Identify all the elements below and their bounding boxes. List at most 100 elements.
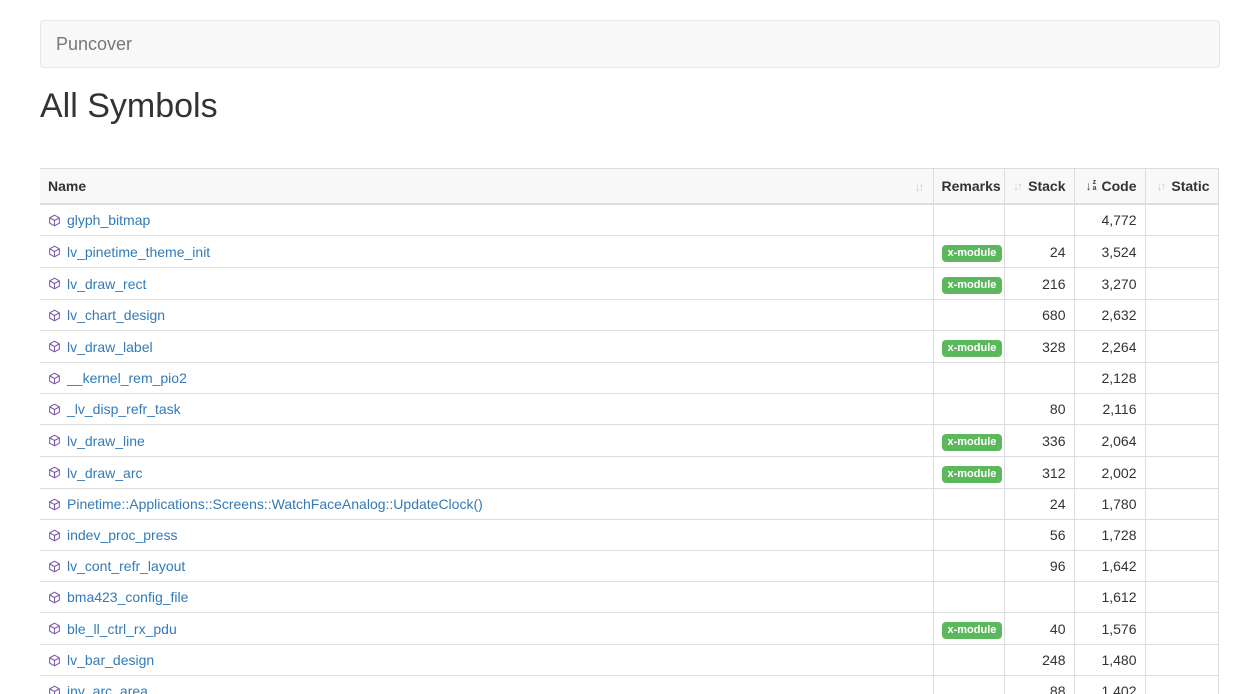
remarks-cell: x-module — [933, 236, 1004, 268]
table-row: __kernel_rem_pio2 2,128 — [40, 363, 1218, 394]
name-cell: lv_draw_arc — [40, 457, 933, 489]
symbol-link[interactable]: __kernel_rem_pio2 — [67, 368, 187, 388]
sort-up-down-icon: ↓↑ — [1156, 180, 1166, 192]
name-cell: glyph_bitmap — [40, 204, 933, 236]
code-value: 1,642 — [1074, 551, 1145, 582]
column-header-stack[interactable]: ↓↑Stack — [1004, 169, 1074, 205]
symbol-link[interactable]: lv_draw_arc — [67, 463, 142, 483]
cube-icon — [48, 403, 61, 416]
name-cell: _lv_disp_refr_task — [40, 394, 933, 425]
stack-value: 80 — [1004, 394, 1074, 425]
table-row: lv_draw_rectx-module2163,270 — [40, 268, 1218, 300]
column-header-name[interactable]: Name↓↑ — [40, 169, 933, 205]
symbol-link[interactable]: Pinetime::Applications::Screens::WatchFa… — [67, 494, 483, 514]
column-label: Static — [1171, 176, 1209, 196]
static-value — [1145, 582, 1218, 613]
stack-value: 336 — [1004, 425, 1074, 457]
symbol-link[interactable]: bma423_config_file — [67, 587, 188, 607]
stack-value — [1004, 582, 1074, 613]
static-value — [1145, 613, 1218, 645]
code-value: 1,576 — [1074, 613, 1145, 645]
static-value — [1145, 394, 1218, 425]
code-value: 2,632 — [1074, 300, 1145, 331]
static-value — [1145, 268, 1218, 300]
cube-icon — [48, 622, 61, 635]
x-module-badge: x-module — [942, 622, 1003, 639]
code-value: 3,270 — [1074, 268, 1145, 300]
static-value — [1145, 645, 1218, 676]
cube-icon — [48, 245, 61, 258]
remarks-cell: x-module — [933, 425, 1004, 457]
symbol-link[interactable]: lv_draw_line — [67, 431, 145, 451]
cube-icon — [48, 498, 61, 511]
cube-icon — [48, 277, 61, 290]
column-label: Remarks — [942, 176, 1001, 196]
symbol-link[interactable]: indev_proc_press — [67, 525, 178, 545]
code-value: 3,524 — [1074, 236, 1145, 268]
table-row: Pinetime::Applications::Screens::WatchFa… — [40, 489, 1218, 520]
code-value: 2,264 — [1074, 331, 1145, 363]
symbol-link[interactable]: glyph_bitmap — [67, 210, 150, 230]
table-row: lv_cont_refr_layout961,642 — [40, 551, 1218, 582]
name-cell: lv_draw_label — [40, 331, 933, 363]
remarks-cell — [933, 300, 1004, 331]
stack-value: 24 — [1004, 489, 1074, 520]
table-row: lv_bar_design2481,480 — [40, 645, 1218, 676]
symbol-link[interactable]: lv_chart_design — [67, 305, 165, 325]
name-cell: Pinetime::Applications::Screens::WatchFa… — [40, 489, 933, 520]
code-value: 2,116 — [1074, 394, 1145, 425]
table-row: lv_draw_labelx-module3282,264 — [40, 331, 1218, 363]
symbol-link[interactable]: inv_arc_area — [67, 681, 148, 694]
symbol-link[interactable]: lv_pinetime_theme_init — [67, 242, 210, 262]
table-row: lv_draw_arcx-module3122,002 — [40, 457, 1218, 489]
code-value: 2,128 — [1074, 363, 1145, 394]
navbar-brand-link[interactable]: Puncover — [56, 34, 132, 54]
stack-value — [1004, 363, 1074, 394]
name-cell: __kernel_rem_pio2 — [40, 363, 933, 394]
symbol-link[interactable]: ble_ll_ctrl_rx_pdu — [67, 619, 177, 639]
name-cell: lv_chart_design — [40, 300, 933, 331]
name-cell: lv_draw_rect — [40, 268, 933, 300]
sort-alpha-desc-icon: ↓za — [1086, 180, 1097, 192]
stack-value: 56 — [1004, 520, 1074, 551]
static-value — [1145, 676, 1218, 694]
remarks-cell — [933, 363, 1004, 394]
name-cell: lv_pinetime_theme_init — [40, 236, 933, 268]
cube-icon — [48, 591, 61, 604]
static-value — [1145, 204, 1218, 236]
name-cell: inv_arc_area — [40, 676, 933, 694]
remarks-cell — [933, 551, 1004, 582]
cube-icon — [48, 560, 61, 573]
x-module-badge: x-module — [942, 434, 1003, 451]
column-header-static[interactable]: ↓↑ Static — [1145, 169, 1218, 205]
symbol-link[interactable]: lv_cont_refr_layout — [67, 556, 185, 576]
column-label: Stack — [1028, 176, 1065, 196]
table-row: lv_chart_design6802,632 — [40, 300, 1218, 331]
static-value — [1145, 300, 1218, 331]
column-label: Code — [1102, 176, 1137, 196]
code-value: 1,780 — [1074, 489, 1145, 520]
cube-icon — [48, 685, 61, 694]
code-value: 1,402 — [1074, 676, 1145, 694]
symbol-link[interactable]: lv_bar_design — [67, 650, 154, 670]
symbol-link[interactable]: _lv_disp_refr_task — [67, 399, 181, 419]
code-value: 1,728 — [1074, 520, 1145, 551]
remarks-cell — [933, 520, 1004, 551]
code-value: 1,612 — [1074, 582, 1145, 613]
symbol-link[interactable]: lv_draw_rect — [67, 274, 146, 294]
table-header-row: Name↓↑ Remarks↓↑Stack ↓za Code ↓↑ Static — [40, 169, 1218, 205]
cube-icon — [48, 309, 61, 322]
code-value: 2,002 — [1074, 457, 1145, 489]
remarks-cell — [933, 582, 1004, 613]
column-header-remarks: Remarks — [933, 169, 1004, 205]
code-value: 2,064 — [1074, 425, 1145, 457]
symbol-link[interactable]: lv_draw_label — [67, 337, 153, 357]
table-row: lv_draw_line x-module3362,064 — [40, 425, 1218, 457]
stack-value: 88 — [1004, 676, 1074, 694]
static-value — [1145, 457, 1218, 489]
x-module-badge: x-module — [942, 277, 1003, 294]
remarks-cell — [933, 394, 1004, 425]
name-cell: lv_cont_refr_layout — [40, 551, 933, 582]
column-header-code[interactable]: ↓za Code — [1074, 169, 1145, 205]
name-cell: indev_proc_press — [40, 520, 933, 551]
